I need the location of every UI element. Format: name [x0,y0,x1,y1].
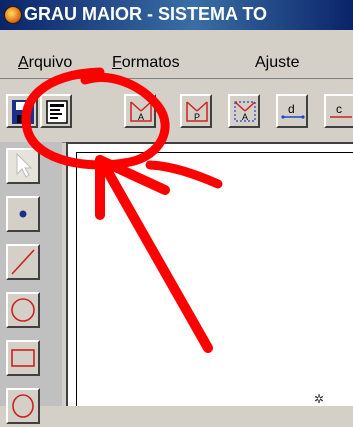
line-tool-button[interactable] [6,244,40,280]
point-tool-button[interactable] [6,196,40,232]
point-icon [19,210,27,218]
svg-text:c: c [336,102,342,116]
canvas-point-marker: ✲ [314,392,325,406]
menu-ajuste[interactable]: Ajuste [255,54,299,72]
pointer-icon [16,152,33,178]
toolbar: A P A d c [0,86,353,143]
menu-bar: Arquivo Formatos Ajuste [0,48,353,79]
svg-text:A: A [138,112,144,122]
menu-formatos[interactable]: Formatos [112,54,180,72]
dimension-d-button[interactable]: d [276,94,308,128]
dimension-c-icon: c [330,102,352,118]
shape-p-icon: P [186,101,208,122]
window-title: GRAU MAIOR - SISTEMA TO [24,4,267,24]
pointer-tool-button[interactable] [6,148,40,184]
dimension-d-icon: d [281,102,305,119]
title-bar: GRAU MAIOR - SISTEMA TO [0,0,353,30]
rectangle-tool-button[interactable] [6,340,40,376]
menu-arquivo-rest: rquivo [28,54,73,71]
svg-text:d: d [288,102,295,116]
rectangle-icon [11,349,35,367]
shape-dotted-a-icon: A [234,101,256,122]
circle-tool-button[interactable] [6,292,40,328]
menu-arquivo[interactable]: Arquivo [18,54,72,72]
drawing-canvas[interactable] [66,142,353,406]
shape-dotted-a-button[interactable]: A [228,94,260,128]
ellipse-tool-button[interactable] [6,388,40,424]
menu-ajuste-a: A [255,54,266,71]
svg-text:P: P [194,112,200,122]
ellipse-icon [12,394,34,418]
save-icon [12,100,34,124]
menu-formatos-rest: ormatos [121,54,180,71]
tool-panel [0,142,62,424]
menu-ajuste-rest: uste [269,54,300,71]
shape-p-button[interactable]: P [180,94,212,128]
drawing-area-frame [76,152,353,406]
shape-a-icon: A [130,101,152,122]
svg-text:A: A [242,112,248,122]
line-icon [11,249,35,275]
shape-a-button[interactable]: A [124,94,156,128]
format-icon [46,100,68,124]
circle-icon [11,298,35,322]
dimension-c-button[interactable]: c [324,94,353,128]
save-button[interactable] [6,94,38,128]
app-globe-icon[interactable] [4,6,22,24]
format-button[interactable] [40,94,72,128]
